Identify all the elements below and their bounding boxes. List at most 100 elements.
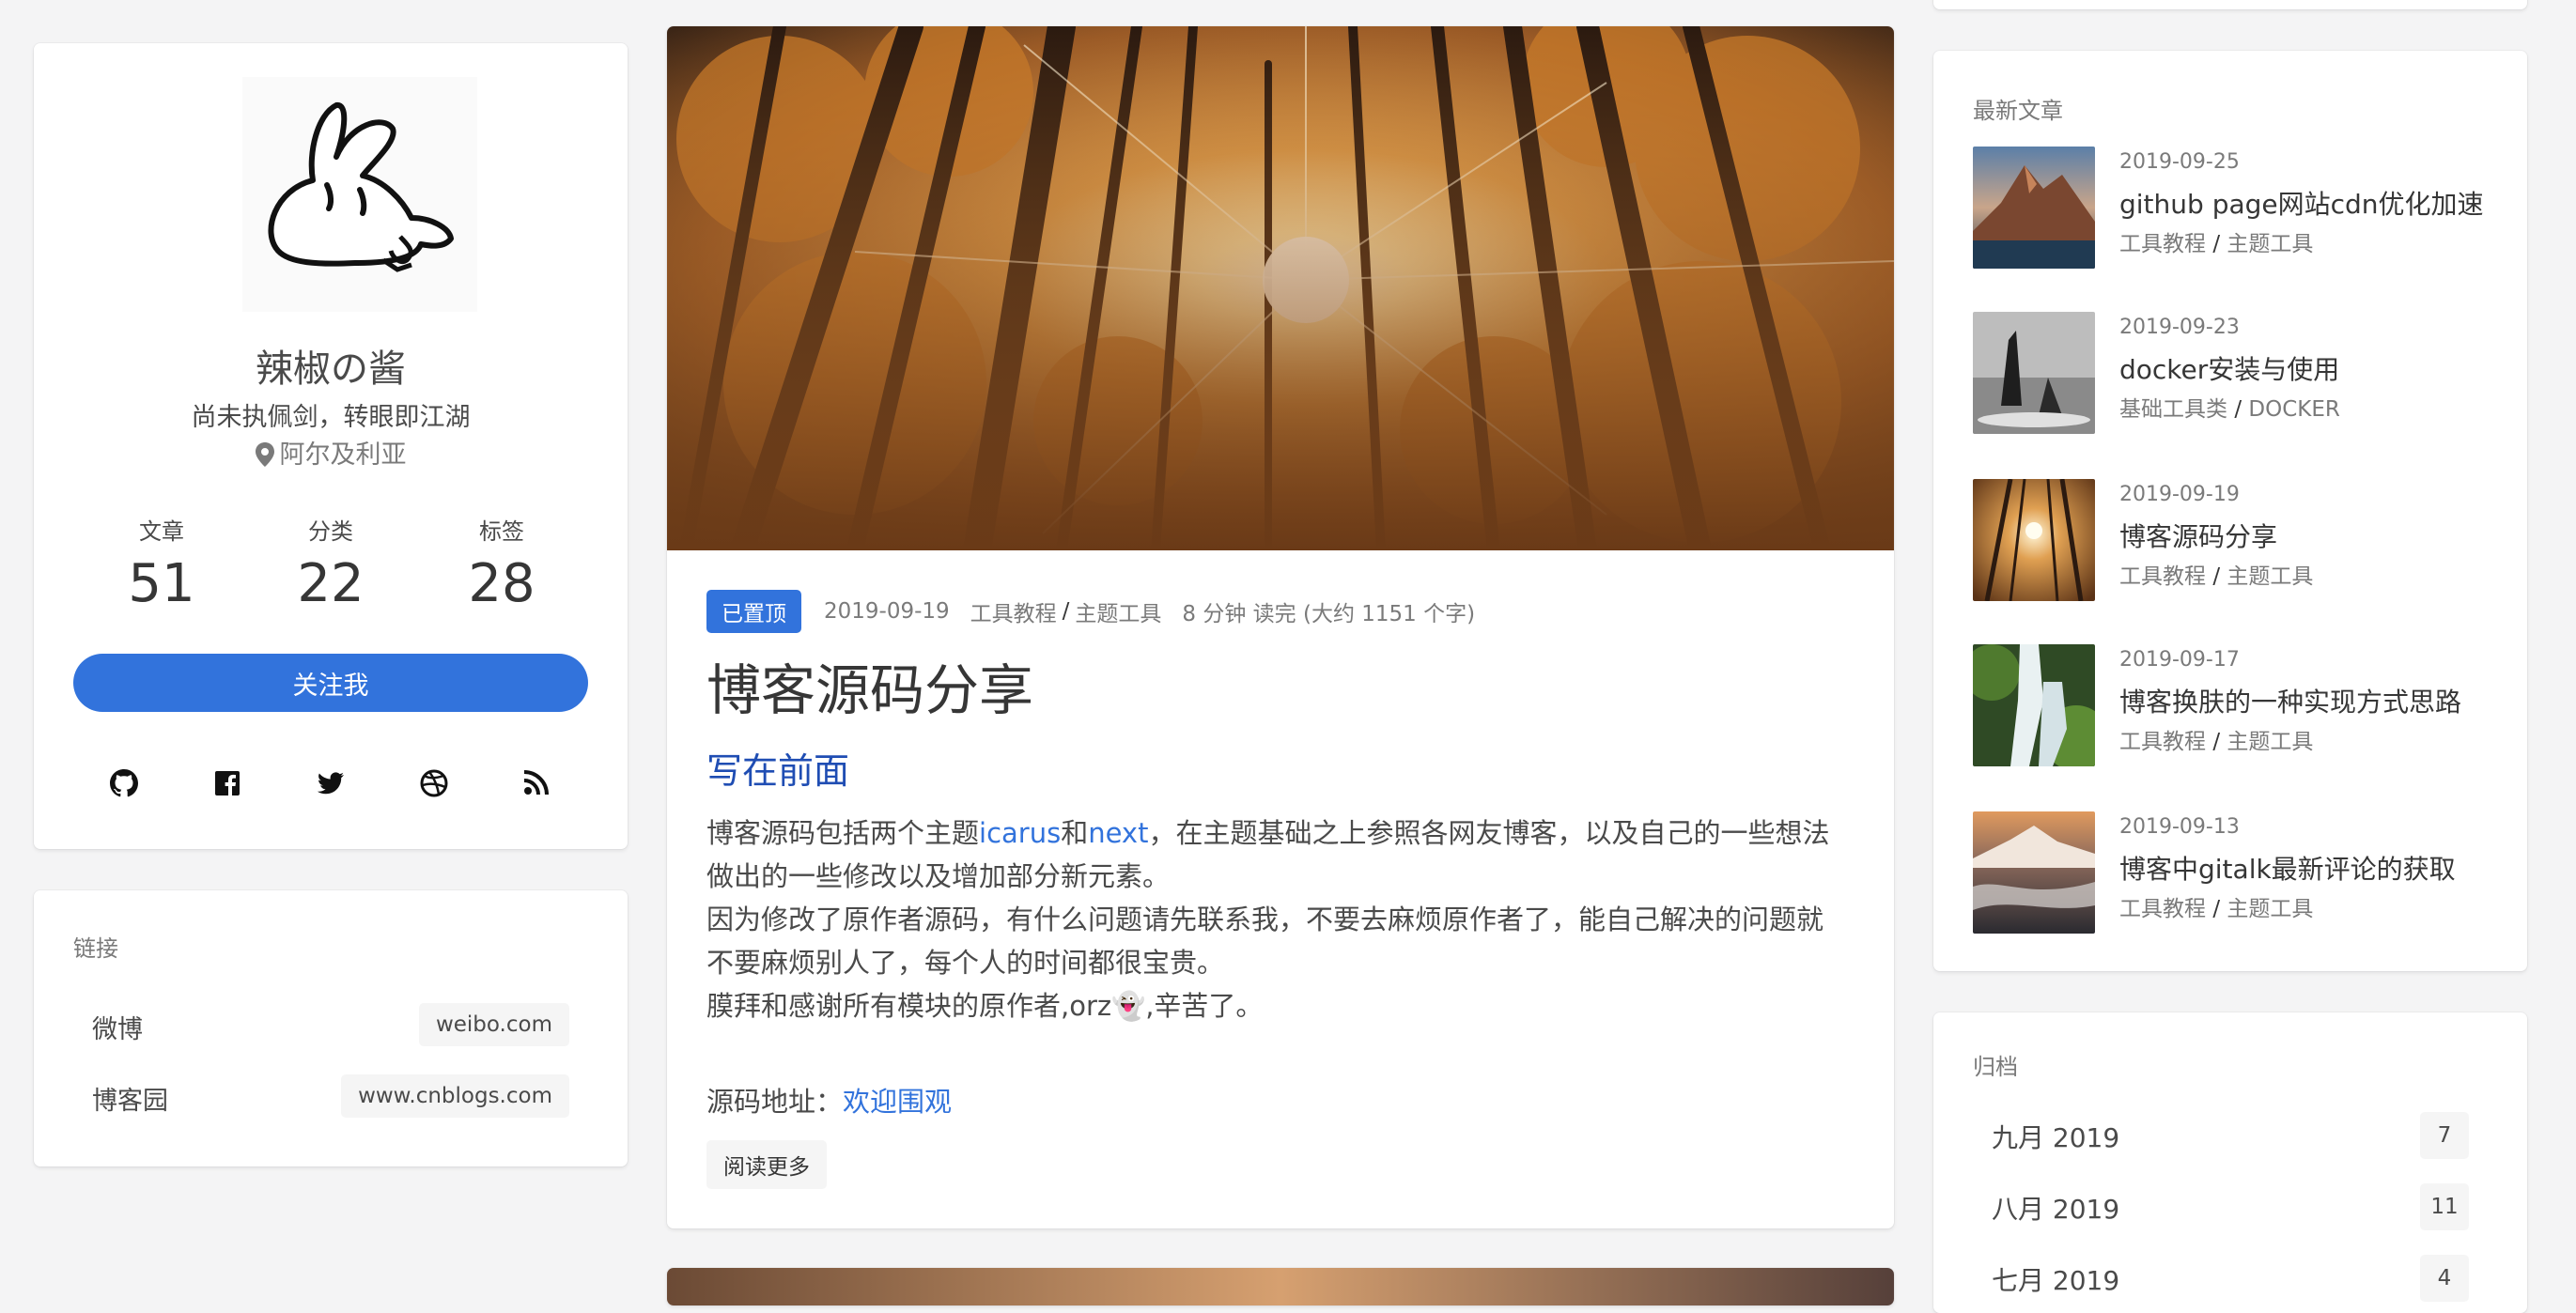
- category-link[interactable]: DOCKER: [2248, 397, 2339, 422]
- rabbit-avatar-icon: [242, 77, 477, 312]
- category-link[interactable]: 主题工具: [2227, 897, 2313, 921]
- category-separator: /: [2212, 564, 2221, 589]
- map-marker-icon: [255, 442, 274, 467]
- post-thumbnail[interactable]: [1973, 811, 2095, 934]
- source-link[interactable]: 欢迎围观: [843, 1086, 952, 1118]
- archive-item[interactable]: 七月 2019 4: [1933, 1253, 2527, 1305]
- stat-label: 分类: [308, 518, 353, 545]
- stat-tags[interactable]: 标签 28: [417, 513, 586, 614]
- article-card: 已置顶 2019-09-19 工具教程 / 主题工具 8 分钟 读完 (大约 1…: [667, 26, 1894, 1228]
- stat-value: 22: [297, 553, 365, 614]
- recent-post-item[interactable]: 2019-09-19 博客源码分享 工具教程 / 主题工具: [1973, 479, 2499, 601]
- article-cover-image[interactable]: [667, 26, 1894, 550]
- read-more-button[interactable]: 阅读更多: [706, 1140, 827, 1189]
- post-title[interactable]: docker安装与使用: [2119, 349, 2339, 387]
- read-time: 8 分钟 读完 (大约 1151 个字): [1182, 602, 1476, 626]
- archive-item[interactable]: 八月 2019 11: [1933, 1182, 2527, 1234]
- source-line: 源码地址：欢迎围观: [706, 1080, 952, 1120]
- recent-post-item[interactable]: 2019-09-13 博客中gitalk最新评论的获取 工具教程 / 主题工具: [1973, 811, 2499, 934]
- stat-value: 51: [128, 553, 195, 614]
- link-cnblogs[interactable]: 博客园 www.cnblogs.com: [34, 1069, 628, 1121]
- category-link[interactable]: 主题工具: [2227, 564, 2313, 589]
- paragraph: 膜拜和感谢所有模块的原作者,orz👻,辛苦了。: [706, 990, 1264, 1022]
- paragraph: 因为修改了原作者源码，有什么问题请先联系我，不要去麻烦原作者了，能自己解决的问题…: [706, 904, 1824, 979]
- post-category: 基础工具类 / DOCKER: [2119, 391, 2340, 423]
- category-link[interactable]: 基础工具类: [2119, 397, 2227, 422]
- next-article-card[interactable]: [667, 1268, 1894, 1305]
- post-title[interactable]: 博客源码分享: [2119, 517, 2277, 554]
- post-category: 工具教程 / 主题工具: [2119, 890, 2313, 922]
- category-separator: /: [2212, 232, 2221, 256]
- category-link[interactable]: 主题工具: [2227, 730, 2313, 754]
- paragraph: 博客源码包括两个主题icarus和next，在主题基础之上参照各网友博客，以及自…: [706, 811, 1843, 898]
- dribbble-icon[interactable]: [415, 765, 453, 802]
- category-link[interactable]: 工具教程: [970, 595, 1057, 627]
- archive-item[interactable]: 九月 2019 7: [1933, 1110, 2527, 1163]
- follow-button[interactable]: 关注我: [73, 654, 588, 712]
- archive-month: 七月 2019: [1992, 1265, 2120, 1296]
- post-title[interactable]: 博客换肤的一种实现方式思路: [2119, 682, 2461, 719]
- link-weibo[interactable]: 微博 weibo.com: [34, 997, 628, 1050]
- link-name: 博客园: [92, 1087, 168, 1116]
- icarus-link[interactable]: icarus: [979, 817, 1061, 849]
- location-text: 阿尔及利亚: [279, 440, 407, 470]
- avatar[interactable]: [242, 77, 477, 312]
- post-title[interactable]: 博客中gitalk最新评论的获取: [2119, 849, 2456, 887]
- post-date: 2019-09-19: [2119, 483, 2240, 506]
- post-thumbnail[interactable]: [1973, 644, 2095, 766]
- recent-posts-widget: 最新文章 2019-09-25 github page网站cdn优化加速 工具教…: [1933, 51, 2527, 971]
- archive-count: 11: [2420, 1183, 2469, 1230]
- archive-title: 归档: [1973, 1054, 2018, 1080]
- category-separator: /: [2212, 897, 2221, 921]
- stat-value: 28: [468, 553, 535, 614]
- profile-card: 辣椒の酱 尚未执佩剑，转眼即江湖 阿尔及利亚 文章 51 分类 22 标签 28…: [34, 43, 628, 849]
- author-bio: 尚未执佩剑，转眼即江湖: [191, 403, 471, 432]
- category-link[interactable]: 工具教程: [2119, 564, 2206, 589]
- next-article-cover-image: [667, 1268, 1894, 1305]
- rss-icon[interactable]: [517, 765, 554, 802]
- category-link[interactable]: 工具教程: [2119, 730, 2206, 754]
- post-thumbnail[interactable]: [1973, 312, 2095, 434]
- recent-post-item[interactable]: 2019-09-23 docker安装与使用 基础工具类 / DOCKER: [1973, 312, 2499, 434]
- archive-widget: 归档 九月 2019 7 八月 2019 11 七月 2019 4: [1933, 1012, 2527, 1313]
- post-date: 2019-09-17: [2119, 648, 2240, 672]
- post-date: 2019-09-25: [2119, 150, 2240, 174]
- article-meta: 已置顶 2019-09-19 工具教程 / 主题工具 8 分钟 读完 (大约 1…: [706, 590, 1475, 633]
- next-link[interactable]: next: [1088, 817, 1148, 849]
- sidebar-top-card: [1933, 0, 2527, 9]
- recent-post-item[interactable]: 2019-09-25 github page网站cdn优化加速 工具教程 / 主…: [1973, 147, 2499, 269]
- post-thumbnail[interactable]: [1973, 479, 2095, 601]
- article-title[interactable]: 博客源码分享: [706, 646, 1033, 725]
- twitter-icon[interactable]: [312, 765, 349, 802]
- stat-categories[interactable]: 分类 22: [246, 513, 415, 614]
- archive-count: 4: [2420, 1255, 2469, 1302]
- text: 和: [1061, 817, 1089, 849]
- links-widget: 链接 微博 weibo.com 博客园 www.cnblogs.com: [34, 890, 628, 1166]
- author-name: 辣椒の酱: [256, 348, 406, 391]
- pinned-badge: 已置顶: [706, 590, 801, 633]
- link-name: 微博: [92, 1015, 143, 1044]
- category-link[interactable]: 工具教程: [2119, 232, 2206, 256]
- category-link[interactable]: 主题工具: [1075, 595, 1161, 627]
- recent-post-item[interactable]: 2019-09-17 博客换肤的一种实现方式思路 工具教程 / 主题工具: [1973, 644, 2499, 766]
- link-url-tag: www.cnblogs.com: [341, 1074, 569, 1118]
- links-title: 链接: [73, 935, 118, 962]
- stat-label: 标签: [479, 518, 524, 545]
- facebook-icon[interactable]: [209, 765, 246, 802]
- archive-count: 7: [2420, 1112, 2469, 1159]
- post-date: 2019-09-23: [2119, 316, 2240, 339]
- github-icon[interactable]: [105, 765, 143, 802]
- post-title[interactable]: github page网站cdn优化加速: [2119, 184, 2484, 222]
- category-link[interactable]: 主题工具: [2227, 232, 2313, 256]
- post-category: 工具教程 / 主题工具: [2119, 225, 2313, 257]
- stat-posts[interactable]: 文章 51: [77, 513, 246, 614]
- post-date: 2019-09-13: [2119, 815, 2240, 839]
- post-thumbnail[interactable]: [1973, 147, 2095, 269]
- category-link[interactable]: 工具教程: [2119, 897, 2206, 921]
- source-label: 源码地址：: [706, 1086, 844, 1118]
- category-separator: /: [2212, 730, 2221, 754]
- category-separator: /: [2234, 397, 2242, 422]
- archive-month: 八月 2019: [1992, 1194, 2120, 1225]
- article-date: 2019-09-19: [824, 599, 950, 624]
- text: 博客源码包括两个主题: [706, 817, 980, 849]
